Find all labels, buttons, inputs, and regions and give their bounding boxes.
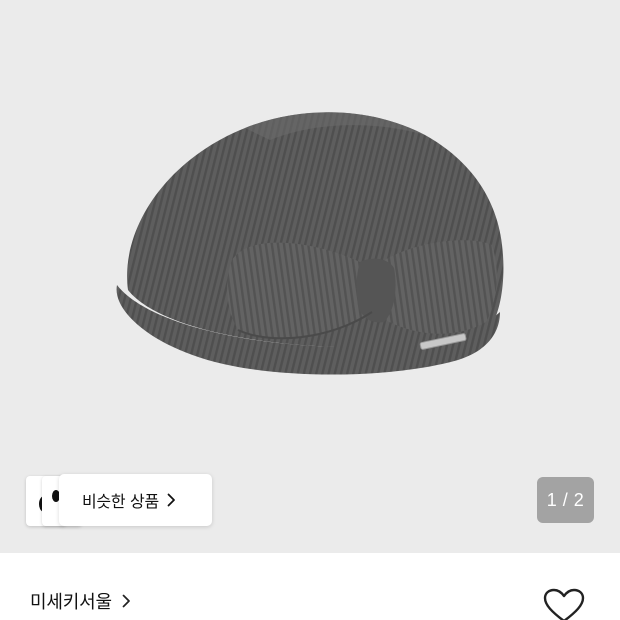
- heart-outline-icon: [542, 588, 586, 620]
- product-image-gallery[interactable]: 비슷한 상품 1 / 2: [0, 0, 620, 553]
- brand-link[interactable]: 미세키서울: [30, 588, 131, 614]
- product-image: [116, 112, 504, 375]
- similar-products-label: 비슷한 상품: [82, 492, 159, 511]
- chevron-right-icon: [167, 493, 176, 507]
- image-page-indicator: 1 / 2: [537, 477, 594, 523]
- similar-products-widget[interactable]: 비슷한 상품: [26, 474, 216, 528]
- like-button[interactable]: [542, 588, 586, 620]
- chevron-right-icon: [122, 594, 131, 608]
- brand-name: 미세키서울: [30, 592, 112, 613]
- similar-products-button[interactable]: 비슷한 상품: [59, 474, 212, 526]
